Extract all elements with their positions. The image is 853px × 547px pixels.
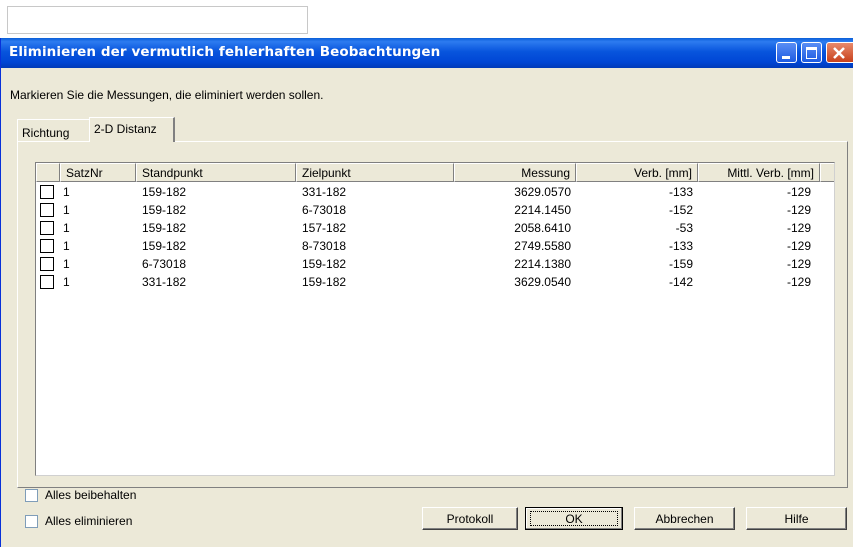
cell-standpunkt: 6-73018 xyxy=(142,257,187,271)
cell-mittl-verb: -129 xyxy=(786,257,811,271)
protokoll-button[interactable]: Protokoll xyxy=(422,507,518,530)
cell-verb: -133 xyxy=(668,185,693,199)
keep-all-checkbox[interactable] xyxy=(25,489,38,502)
keep-all-label[interactable]: Alles beibehalten xyxy=(45,488,136,502)
row-checkbox[interactable] xyxy=(40,185,54,199)
minimize-icon[interactable] xyxy=(776,42,797,63)
column-header-verb[interactable]: Verb. [mm] xyxy=(576,163,698,182)
cell-zielpunkt: 6-73018 xyxy=(302,203,347,217)
row-checkbox[interactable] xyxy=(40,257,54,271)
tab-2d-distanz[interactable]: 2-D Distanz xyxy=(89,117,175,142)
cell-messung: 2749.5580 xyxy=(514,239,571,253)
list-header: SatzNr Standpunkt Zielpunkt Messung Verb… xyxy=(36,163,834,182)
cell-zielpunkt: 331-182 xyxy=(302,185,347,199)
cell-mittl-verb: -129 xyxy=(786,221,811,235)
cell-satznr: 1 xyxy=(63,185,70,199)
cell-verb: -142 xyxy=(668,275,693,289)
table-row[interactable]: 1 6-73018 159-182 2214.1380 -159 -129 xyxy=(36,256,834,274)
table-row[interactable]: 1 331-182 159-182 3629.0540 -142 -129 xyxy=(36,274,834,292)
window-title: Eliminieren der vermutlich fehlerhaften … xyxy=(9,44,441,60)
abbrechen-button[interactable]: Abbrechen xyxy=(634,507,735,530)
dialog-window: Eliminieren der vermutlich fehlerhaften … xyxy=(0,38,853,547)
tab-richtung[interactable]: Richtung xyxy=(17,119,89,141)
cell-standpunkt: 159-182 xyxy=(142,203,187,217)
cell-mittl-verb: -129 xyxy=(786,185,811,199)
cell-standpunkt: 159-182 xyxy=(142,185,187,199)
cell-satznr: 1 xyxy=(63,203,70,217)
column-header-satznr[interactable]: SatzNr xyxy=(60,163,136,182)
column-header-filler xyxy=(820,163,834,182)
cell-zielpunkt: 157-182 xyxy=(302,221,347,235)
column-header-standpunkt[interactable]: Standpunkt xyxy=(136,163,296,182)
column-header-check[interactable] xyxy=(36,163,60,182)
cell-zielpunkt: 8-73018 xyxy=(302,239,347,253)
cell-mittl-verb: -129 xyxy=(786,275,811,289)
cell-verb: -152 xyxy=(668,203,693,217)
ok-button[interactable]: OK xyxy=(525,507,623,530)
cell-standpunkt: 159-182 xyxy=(142,239,187,253)
hilfe-button[interactable]: Hilfe xyxy=(746,507,847,530)
cell-mittl-verb: -129 xyxy=(786,239,811,253)
eliminate-all-checkbox[interactable] xyxy=(25,515,38,528)
cell-satznr: 1 xyxy=(63,257,70,271)
cell-messung: 3629.0540 xyxy=(514,275,571,289)
table-row[interactable]: 1 159-182 157-182 2058.6410 -53 -129 xyxy=(36,220,834,238)
row-checkbox[interactable] xyxy=(40,239,54,253)
column-header-messung[interactable]: Messung xyxy=(454,163,576,182)
cell-mittl-verb: -129 xyxy=(786,203,811,217)
row-checkbox[interactable] xyxy=(40,221,54,235)
cell-satznr: 1 xyxy=(63,221,70,235)
table-row[interactable]: 1 159-182 331-182 3629.0570 -133 -129 xyxy=(36,184,834,202)
input-box[interactable] xyxy=(7,6,308,34)
cell-messung: 2058.6410 xyxy=(514,221,571,235)
cell-standpunkt: 159-182 xyxy=(142,221,187,235)
close-icon[interactable] xyxy=(826,42,853,63)
column-header-zielpunkt[interactable]: Zielpunkt xyxy=(296,163,454,182)
cell-verb: -133 xyxy=(668,239,693,253)
title-bar[interactable]: Eliminieren der vermutlich fehlerhaften … xyxy=(1,38,853,68)
cell-messung: 3629.0570 xyxy=(514,185,571,199)
instruction-text: Markieren Sie die Messungen, die elimini… xyxy=(10,88,324,102)
cell-zielpunkt: 159-182 xyxy=(302,257,347,271)
cell-verb: -159 xyxy=(668,257,693,271)
ok-label: OK xyxy=(565,512,583,526)
maximize-icon[interactable] xyxy=(801,42,822,63)
table-row[interactable]: 1 159-182 6-73018 2214.1450 -152 -129 xyxy=(36,202,834,220)
cell-zielpunkt: 159-182 xyxy=(302,275,347,289)
row-checkbox[interactable] xyxy=(40,275,54,289)
column-header-mittl-verb[interactable]: Mittl. Verb. [mm] xyxy=(698,163,820,182)
row-checkbox[interactable] xyxy=(40,203,54,217)
cell-satznr: 1 xyxy=(63,275,70,289)
table-row[interactable]: 1 159-182 8-73018 2749.5580 -133 -129 xyxy=(36,238,834,256)
eliminate-all-label[interactable]: Alles eliminieren xyxy=(45,514,132,528)
cell-verb: -53 xyxy=(675,221,693,235)
measurements-list[interactable]: SatzNr Standpunkt Zielpunkt Messung Verb… xyxy=(35,162,835,476)
cell-messung: 2214.1380 xyxy=(514,257,571,271)
cell-satznr: 1 xyxy=(63,239,70,253)
cell-messung: 2214.1450 xyxy=(514,203,571,217)
cell-standpunkt: 331-182 xyxy=(142,275,187,289)
